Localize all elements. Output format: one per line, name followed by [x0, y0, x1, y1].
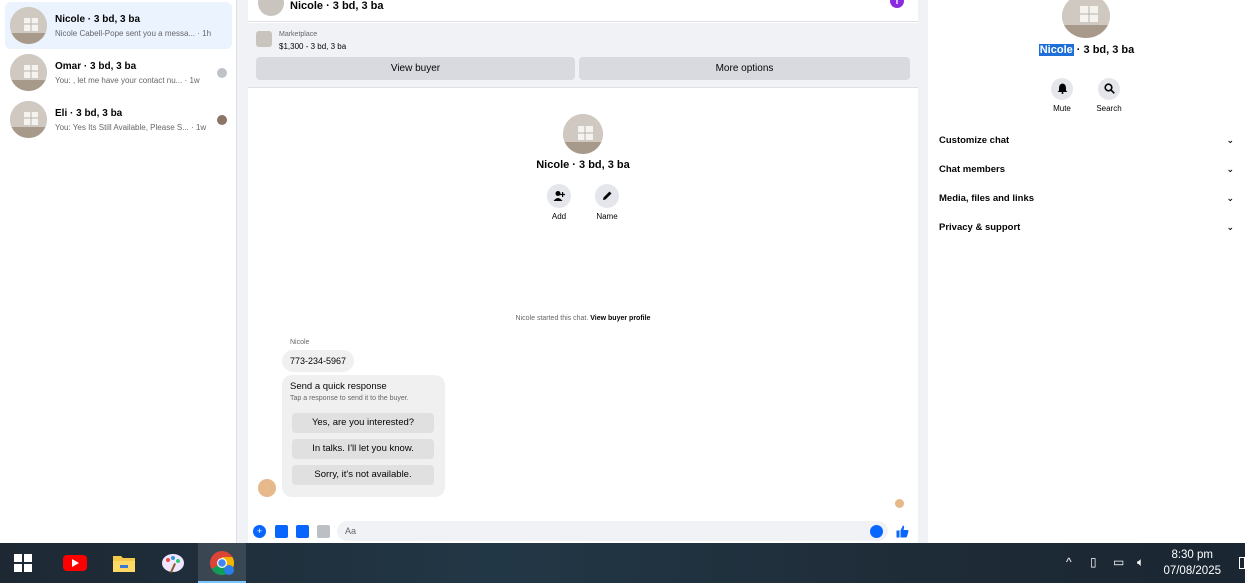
- marketplace-banner: Marketplace $1,300 - 3 bd, 3 ba View buy…: [248, 23, 918, 88]
- chat-header-thumbnail: [258, 0, 284, 16]
- messenger-app: Nicole · 3 bd, 3 ba Nicole Cabell-Pope s…: [0, 0, 1245, 543]
- bell-icon[interactable]: [1051, 78, 1073, 100]
- listing-thumbnail: [10, 101, 47, 138]
- quick-response-card: Send a quick response Tap a response to …: [282, 375, 445, 497]
- listing-thumbnail: [256, 31, 272, 47]
- quick-response-subtitle: Tap a response to send it to the buyer.: [290, 395, 409, 402]
- thumbs-up-icon[interactable]: [896, 525, 909, 538]
- listing-thumbnail: [10, 54, 47, 91]
- conversation-item-nicole[interactable]: Nicole · 3 bd, 3 ba Nicole Cabell-Pope s…: [5, 2, 232, 49]
- clock-date: 07/08/2025: [1163, 565, 1221, 577]
- selected-name-text: Nicole: [1038, 44, 1074, 56]
- seen-avatar: [895, 499, 904, 508]
- chrome-taskbar-item[interactable]: [198, 543, 246, 583]
- chevron-down-icon: ⌄: [1226, 222, 1234, 232]
- privacy-support-section[interactable]: Privacy & support ⌄: [939, 222, 1234, 233]
- plus-icon[interactable]: +: [253, 525, 266, 538]
- windows-start-icon[interactable]: [14, 554, 32, 572]
- conversation-snippet: You: , let me have your contact nu... · …: [55, 76, 200, 85]
- speaker-icon[interactable]: 🔈︎: [1137, 555, 1144, 570]
- battery-icon[interactable]: ▯: [1090, 555, 1097, 569]
- quick-reply-button[interactable]: In talks. I'll let you know.: [292, 439, 434, 459]
- quick-response-title: Send a quick response: [290, 381, 387, 392]
- photo-icon[interactable]: [275, 525, 288, 538]
- listing-thumbnail: [10, 7, 47, 44]
- media-files-links-section[interactable]: Media, files and links ⌄: [939, 193, 1234, 204]
- conversation-name: Nicole · 3 bd, 3 ba: [55, 14, 141, 25]
- chat-header: Nicole · 3 bd, 3 ba i: [248, 0, 918, 22]
- emoji-icon[interactable]: [870, 525, 883, 538]
- read-receipt-avatar: [217, 115, 227, 125]
- search-icon[interactable]: [1098, 78, 1120, 100]
- clock-time: 8:30 pm: [1171, 549, 1213, 561]
- view-buyer-button[interactable]: View buyer: [256, 57, 575, 80]
- view-buyer-profile-link[interactable]: View buyer profile: [590, 315, 650, 322]
- add-person-icon[interactable]: [547, 184, 571, 208]
- read-receipt-avatar: [217, 68, 227, 78]
- conversation-snippet: You: Yes Its Still Available, Please S..…: [55, 123, 207, 132]
- conversation-snippet: Nicole Cabell-Pope sent you a messa... ·…: [55, 29, 212, 38]
- details-name-rest: · 3 bd, 3 ba: [1073, 44, 1135, 56]
- file-explorer-icon[interactable]: [111, 551, 137, 575]
- profile-photo: [563, 114, 603, 154]
- chevron-down-icon: ⌄: [1226, 193, 1234, 203]
- section-label: Customize chat: [939, 135, 1010, 146]
- quick-reply-button[interactable]: Sorry, it's not available.: [292, 465, 434, 485]
- quick-reply-button[interactable]: Yes, are you interested?: [292, 413, 434, 433]
- mute-label: Mute: [1053, 104, 1071, 113]
- sender-avatar: [258, 479, 276, 497]
- details-name: Nicole · 3 bd, 3 ba: [928, 44, 1245, 56]
- conversation-item-eli[interactable]: Eli · 3 bd, 3 ba You: Yes Its Still Avai…: [5, 96, 232, 143]
- message-composer: + Aa: [248, 518, 918, 543]
- started-text: Nicole started this chat.: [515, 315, 589, 322]
- notification-icon[interactable]: [1239, 557, 1245, 569]
- sticker-icon[interactable]: [296, 525, 309, 538]
- chevron-up-icon[interactable]: ^: [1066, 555, 1072, 569]
- customize-chat-section[interactable]: Customize chat ⌄: [939, 135, 1234, 146]
- more-options-button[interactable]: More options: [579, 57, 910, 80]
- conversation-item-omar[interactable]: Omar · 3 bd, 3 ba You: , let me have you…: [5, 49, 232, 96]
- chevron-down-icon: ⌄: [1226, 164, 1234, 174]
- chevron-down-icon: ⌄: [1226, 135, 1234, 145]
- conversation-name: Eli · 3 bd, 3 ba: [55, 108, 123, 119]
- gif-icon[interactable]: [317, 525, 330, 538]
- search-label: Search: [1096, 104, 1122, 113]
- profile-photo: [1062, 0, 1110, 38]
- conversation-list: Nicole · 3 bd, 3 ba Nicole Cabell-Pope s…: [0, 0, 237, 543]
- chat-title: Nicole · 3 bd, 3 ba: [290, 0, 384, 12]
- sender-name: Nicole: [290, 339, 310, 346]
- message-input[interactable]: Aa: [337, 521, 888, 541]
- marketplace-label: Marketplace: [279, 31, 318, 38]
- listing-price: $1,300 - 3 bd, 3 ba: [279, 42, 347, 51]
- youtube-icon[interactable]: [62, 551, 88, 575]
- paint-icon[interactable]: [160, 551, 186, 575]
- add-label: Add: [551, 212, 567, 221]
- network-icon[interactable]: ▭: [1113, 555, 1124, 569]
- chat-details-panel: Nicole · 3 bd, 3 ba Mute Search Customiz…: [928, 0, 1245, 543]
- section-label: Media, files and links: [939, 193, 1035, 204]
- message-bubble: 773-234-5967: [282, 350, 355, 372]
- windows-taskbar: ^ ▯ ▭ 🔈︎ 8:30 pm 07/08/2025: [0, 543, 1245, 583]
- pencil-icon[interactable]: [595, 184, 619, 208]
- profile-name: Nicole · 3 bd, 3 ba: [536, 159, 630, 171]
- section-label: Chat members: [939, 164, 1005, 175]
- conversation-name: Omar · 3 bd, 3 ba: [55, 61, 137, 72]
- name-label: Name: [596, 212, 618, 221]
- info-icon[interactable]: i: [890, 0, 904, 8]
- chat-started-notice: Nicole started this chat. View buyer pro…: [248, 315, 918, 322]
- chat-panel: Nicole · 3 bd, 3 ba i Marketplace $1,300…: [248, 0, 918, 543]
- chat-members-section[interactable]: Chat members ⌄: [939, 164, 1234, 175]
- section-label: Privacy & support: [939, 222, 1021, 233]
- clock[interactable]: 8:30 pm 07/08/2025: [1163, 547, 1221, 579]
